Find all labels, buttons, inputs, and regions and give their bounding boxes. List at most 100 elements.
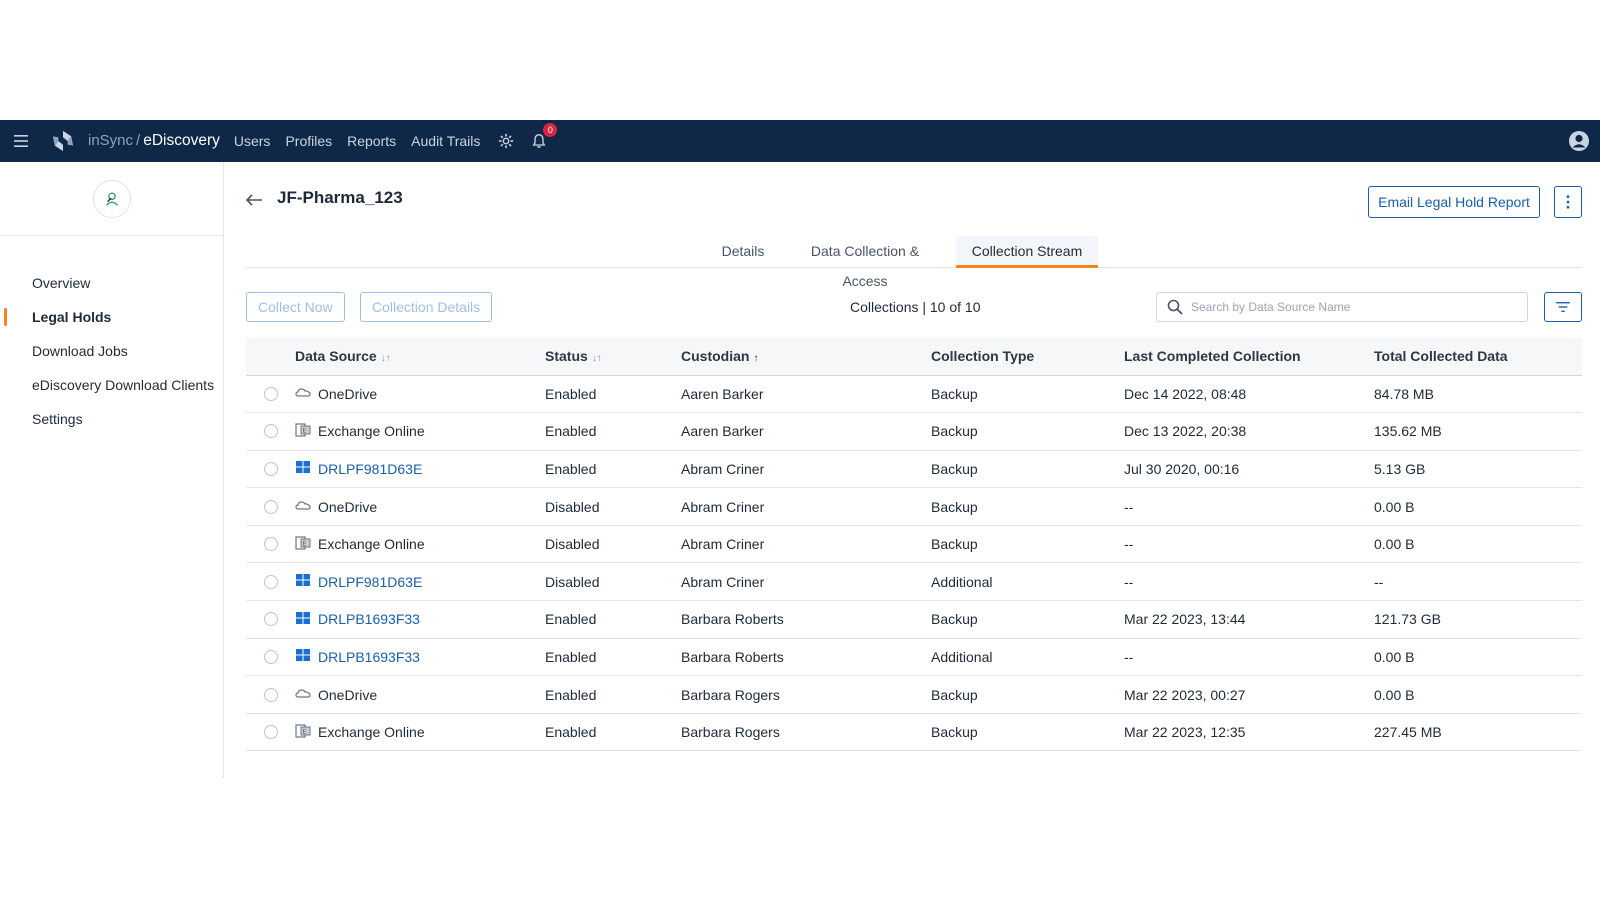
exchange-icon: E: [295, 423, 318, 440]
data-source-name[interactable]: DRLPF981D63E: [318, 461, 422, 477]
sidebar-item-download-clients[interactable]: eDiscovery Download Clients: [0, 368, 223, 402]
row-select-cell: [246, 450, 295, 489]
table-row[interactable]: DRLPF981D63E Enabled Abram Criner Backup Jul…: [246, 450, 1582, 489]
last-completed-cell: --: [1124, 487, 1374, 526]
custodian-cell: Abram Criner: [681, 487, 931, 526]
svg-text:E: E: [303, 540, 307, 547]
nav-audit-trails[interactable]: Audit Trails: [411, 133, 480, 149]
breadcrumb-separator: /: [136, 132, 141, 149]
table-row[interactable]: OneDrive Enabled Aaren Barker Backup Dec 14 …: [246, 375, 1582, 414]
last-completed-cell: --: [1124, 638, 1374, 677]
sidebar-item-overview[interactable]: Overview: [0, 266, 223, 300]
column-header-label: Custodian: [681, 348, 750, 365]
nav-reports[interactable]: Reports: [347, 133, 396, 149]
column-header-last-completed: Last Completed Collection: [1124, 338, 1374, 376]
row-select-cell: [246, 638, 295, 677]
status-cell: Enabled: [545, 412, 681, 451]
row-select-radio[interactable]: [264, 461, 278, 476]
filter-icon[interactable]: [1544, 292, 1582, 322]
notifications-bell-icon[interactable]: 0: [529, 123, 558, 151]
collection-type-cell: Backup: [931, 600, 1124, 639]
status-cell: Enabled: [545, 713, 681, 752]
collection-details-button[interactable]: Collection Details: [360, 292, 493, 322]
sidebar-item-download-jobs[interactable]: Download Jobs: [0, 334, 223, 368]
more-options-kebab-icon[interactable]: [1554, 186, 1582, 218]
status-cell: Disabled: [545, 562, 681, 602]
search-box: [1156, 292, 1528, 322]
total-collected-cell: 0.00 B: [1374, 638, 1582, 677]
row-select-radio[interactable]: [264, 574, 278, 589]
collection-type-cell: Additional: [931, 638, 1124, 677]
notification-count-badge: 0: [543, 123, 558, 137]
row-select-radio[interactable]: [264, 499, 278, 514]
last-completed-cell: Dec 14 2022, 08:48: [1124, 375, 1374, 414]
table-row[interactable]: OneDrive Disabled Abram Criner Backup -- 0.00…: [246, 487, 1582, 526]
data-source-name[interactable]: DRLPB1693F33: [318, 611, 420, 627]
app-name[interactable]: eDiscovery: [143, 132, 220, 149]
user-account-icon[interactable]: [1568, 130, 1590, 152]
total-collected-cell: 0.00 B: [1374, 487, 1582, 526]
row-select-cell: [246, 562, 295, 602]
data-source-cell: DRLPB1693F33: [295, 638, 545, 677]
last-completed-cell: Mar 22 2023, 00:27: [1124, 675, 1374, 714]
nav-profiles[interactable]: Profiles: [285, 133, 332, 149]
sidebar-item-legal-holds[interactable]: Legal Holds: [0, 300, 223, 334]
row-select-radio[interactable]: [264, 537, 278, 552]
table-row[interactable]: DRLPB1693F33 Enabled Barbara Roberts Backup…: [246, 600, 1582, 639]
table-row[interactable]: E Exchange Online Disabled Abram Criner Back…: [246, 525, 1582, 564]
windows-icon: [295, 573, 318, 590]
column-header-data-source[interactable]: Data Source ↓↑: [295, 338, 545, 376]
table-row[interactable]: DRLPB1693F33 Enabled Barbara Roberts Additi…: [246, 638, 1582, 677]
custodian-cell: Barbara Rogers: [681, 713, 931, 752]
table-row[interactable]: E Exchange Online Enabled Barbara Rogers Bac…: [246, 713, 1582, 752]
row-select-radio[interactable]: [264, 424, 278, 439]
sort-icon[interactable]: ↓↑: [592, 353, 602, 364]
data-source-cell: DRLPF981D63E: [295, 562, 545, 602]
total-collected-cell: 227.45 MB: [1374, 713, 1582, 752]
data-source-name[interactable]: DRLPF981D63E: [318, 574, 422, 590]
table-row[interactable]: E Exchange Online Enabled Aaren Barker Backu…: [246, 412, 1582, 451]
status-cell: Enabled: [545, 675, 681, 714]
collect-now-button[interactable]: Collect Now: [246, 292, 345, 322]
row-select-radio[interactable]: [264, 725, 278, 740]
collection-type-cell: Backup: [931, 675, 1124, 714]
table-row[interactable]: OneDrive Enabled Barbara Rogers Backup Mar 2…: [246, 675, 1582, 714]
column-header-label: Data Source: [295, 348, 377, 365]
sidebar-menu: Overview Legal Holds Download Jobs eDisc…: [0, 266, 223, 436]
settings-gear-icon[interactable]: [497, 132, 515, 150]
data-source-name[interactable]: DRLPB1693F33: [318, 649, 420, 665]
hamburger-menu-icon[interactable]: [0, 120, 42, 162]
data-source-name: OneDrive: [318, 385, 378, 402]
collection-type-cell: Backup: [931, 375, 1124, 414]
column-header-status[interactable]: Status ↓↑: [545, 338, 681, 376]
row-select-radio[interactable]: [264, 386, 278, 401]
column-header-custodian[interactable]: Custodian ↑: [681, 338, 931, 376]
email-legal-hold-report-button[interactable]: Email Legal Hold Report: [1368, 186, 1540, 218]
last-completed-cell: --: [1124, 562, 1374, 602]
custodian-cell: Aaren Barker: [681, 375, 931, 414]
search-input[interactable]: [1191, 300, 1511, 314]
data-source-cell: DRLPB1693F33: [295, 600, 545, 639]
data-source-name: Exchange Online: [318, 423, 425, 440]
back-arrow-icon[interactable]: [244, 192, 264, 208]
total-collected-cell: 5.13 GB: [1374, 450, 1582, 489]
tab-bar: Details Data Collection & Access Collect…: [246, 236, 1582, 289]
sort-ascending-icon[interactable]: ↑: [753, 353, 758, 364]
tab-collection-stream[interactable]: Collection Stream: [956, 236, 1098, 268]
custodian-cell: Abram Criner: [681, 562, 931, 602]
row-select-radio[interactable]: [264, 687, 278, 702]
onedrive-icon: [295, 498, 318, 515]
custodian-cell: Barbara Roberts: [681, 638, 931, 677]
sidebar-item-settings[interactable]: Settings: [0, 402, 223, 436]
nav-users[interactable]: Users: [234, 133, 271, 149]
table-row[interactable]: DRLPF981D63E Disabled Abram Criner Addition…: [246, 562, 1582, 602]
tab-details[interactable]: Details: [718, 236, 768, 268]
row-select-radio[interactable]: [264, 649, 278, 664]
windows-icon: [295, 460, 318, 477]
data-source-cell: E Exchange Online: [295, 713, 545, 752]
druva-logo-icon[interactable]: [50, 128, 76, 154]
tab-data-collection-access[interactable]: Data Collection & Access: [790, 236, 940, 289]
row-select-radio[interactable]: [264, 612, 278, 627]
collection-type-cell: Backup: [931, 525, 1124, 564]
sort-icon[interactable]: ↓↑: [381, 353, 391, 364]
